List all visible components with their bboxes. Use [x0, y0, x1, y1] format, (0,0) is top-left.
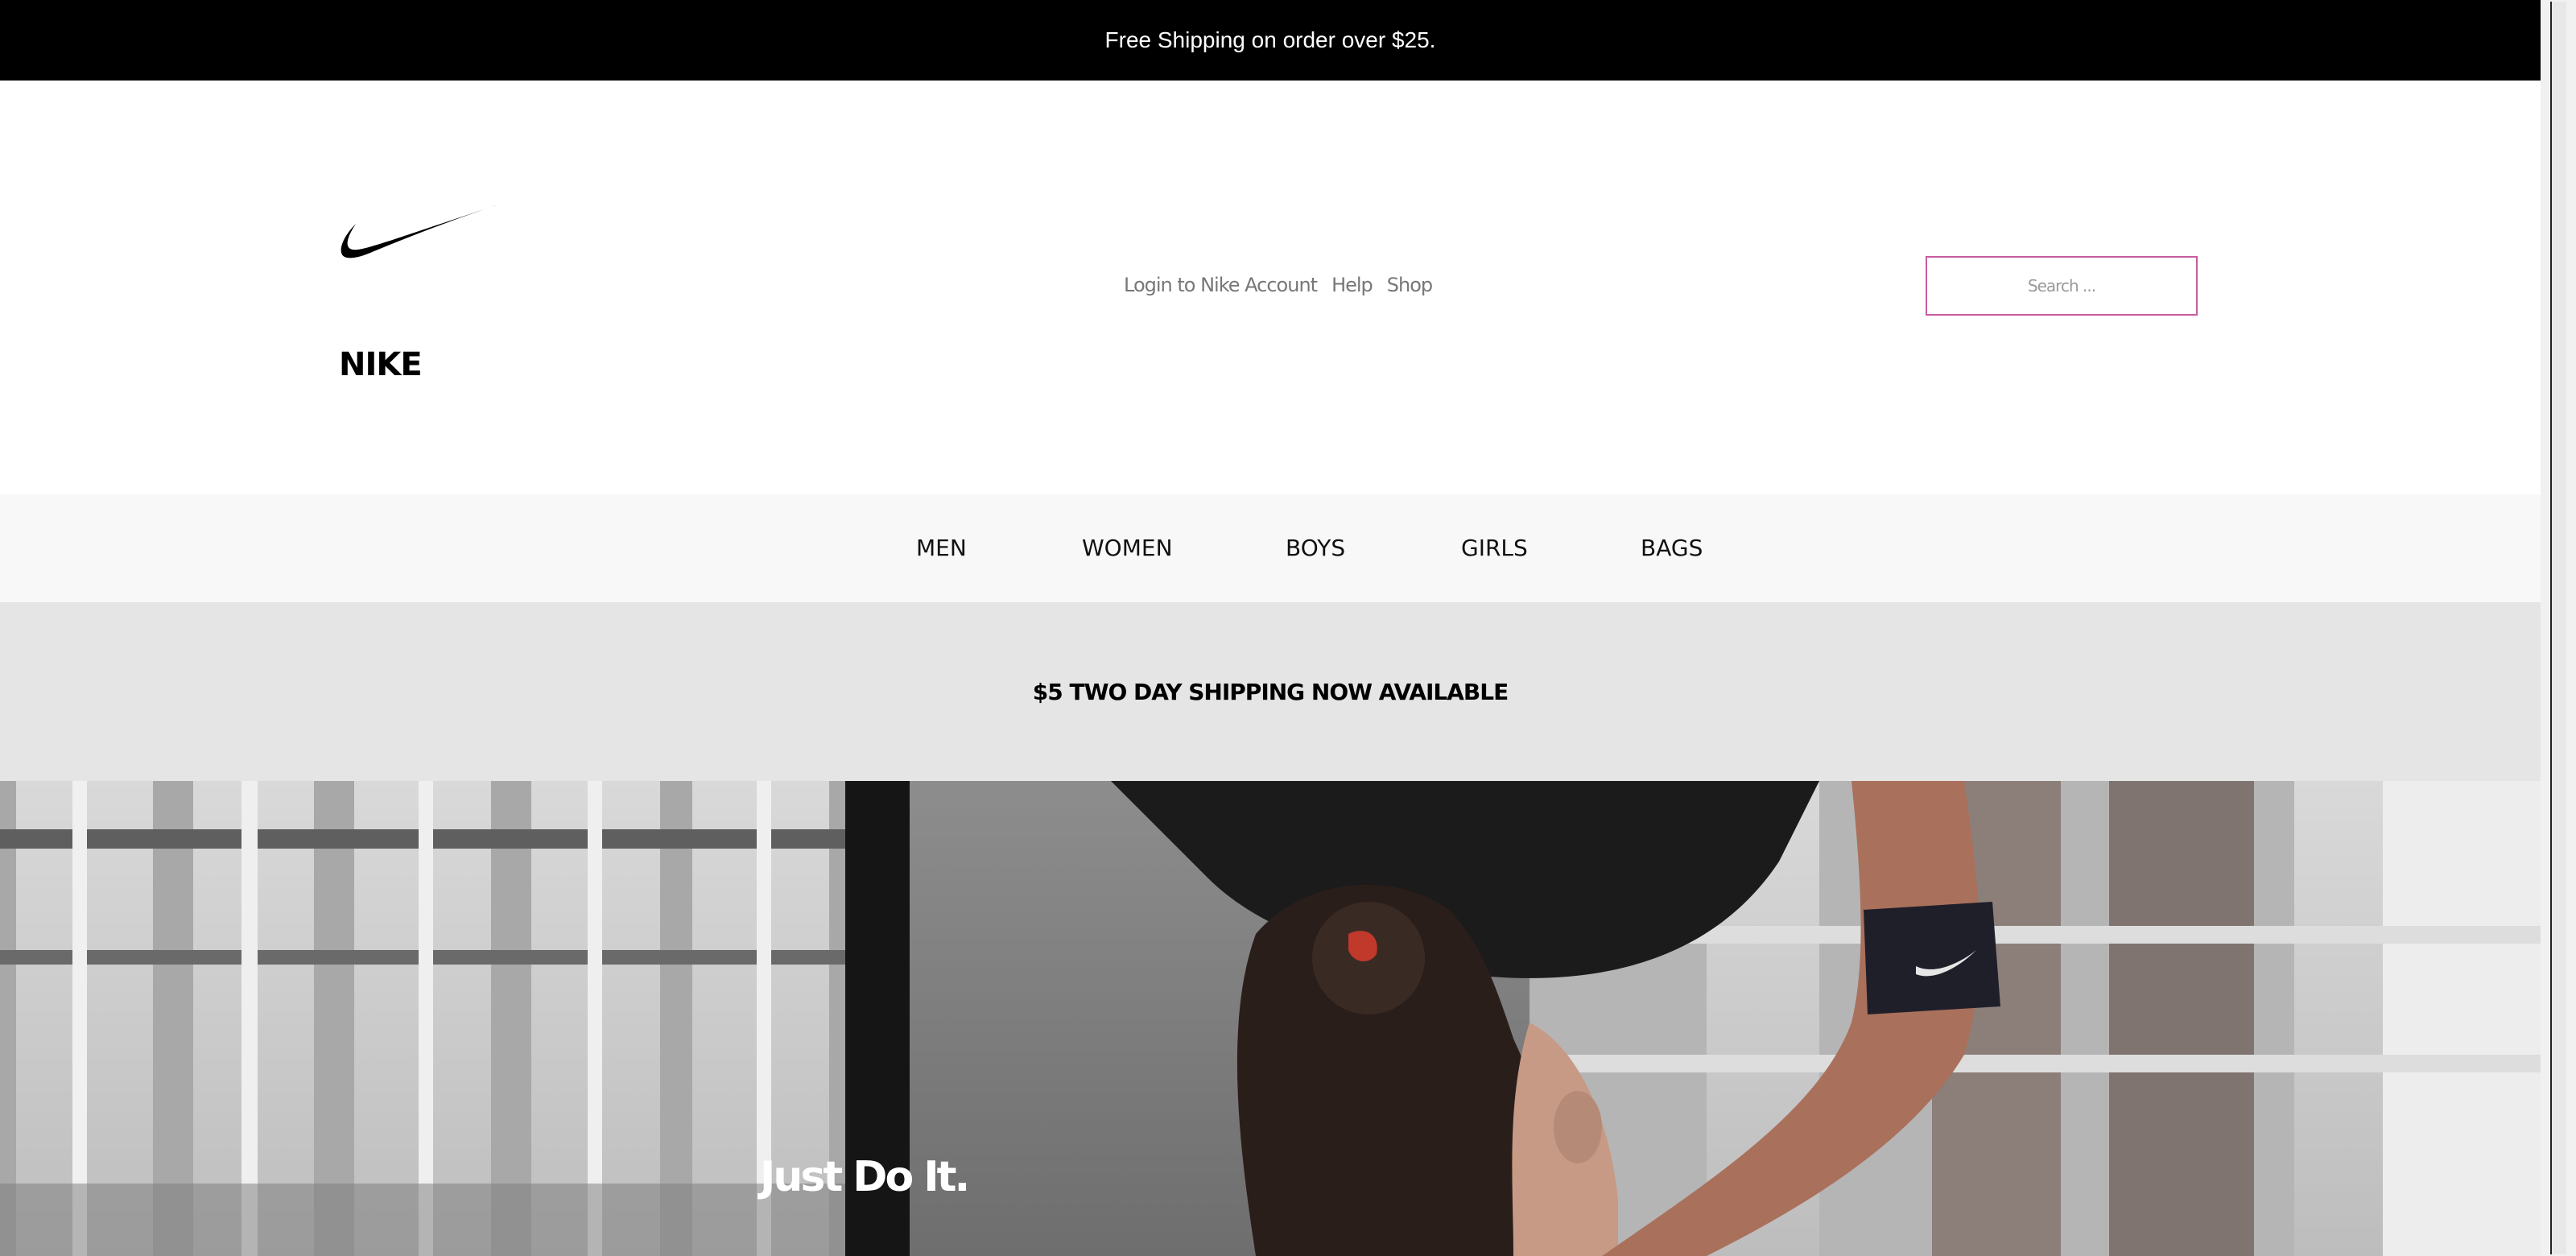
promo-banner: $5 TWO DAY SHIPPING NOW AVAILABLE [0, 602, 2541, 781]
main-content: Free Shipping on order over $25. NIKE Lo… [0, 0, 2541, 1256]
nav-item-boys[interactable]: BOYS [1286, 535, 1345, 561]
hero-image [0, 781, 2541, 1256]
nav-item-girls[interactable]: GIRLS [1461, 535, 1528, 561]
nav-item-men[interactable]: MEN [916, 535, 967, 561]
page: Free Shipping on order over $25. NIKE Lo… [0, 0, 2576, 1256]
hero-section: Just Do It. [0, 781, 2541, 1256]
search-box [1926, 256, 2198, 316]
shop-link[interactable]: Shop [1387, 274, 1433, 296]
vertical-scrollbar[interactable] [2541, 0, 2576, 1256]
site-title[interactable]: NIKE [339, 346, 423, 383]
promo-text: $5 TWO DAY SHIPPING NOW AVAILABLE [1032, 678, 1509, 705]
utility-nav: Login to Nike Account Help Shop [1124, 274, 1433, 296]
site-header: NIKE Login to Nike Account Help Shop [0, 81, 2541, 494]
hero-headline: Just Do It. [760, 1153, 970, 1201]
login-link[interactable]: Login to Nike Account [1124, 274, 1318, 296]
help-link[interactable]: Help [1331, 274, 1373, 296]
swoosh-logo-graphic [341, 205, 499, 258]
category-nav: MEN WOMEN BOYS GIRLS BAGS [0, 494, 2541, 602]
nav-item-bags[interactable]: BAGS [1641, 535, 1703, 561]
announcement-text: Free Shipping on order over $25. [1104, 27, 1436, 52]
nike-swoosh-icon[interactable] [338, 203, 501, 266]
announcement-bar: Free Shipping on order over $25. [0, 0, 2541, 81]
scrollbar-thumb[interactable] [2550, 2, 2566, 1254]
search-input[interactable] [1927, 257, 2196, 315]
nav-item-women[interactable]: WOMEN [1082, 535, 1173, 561]
